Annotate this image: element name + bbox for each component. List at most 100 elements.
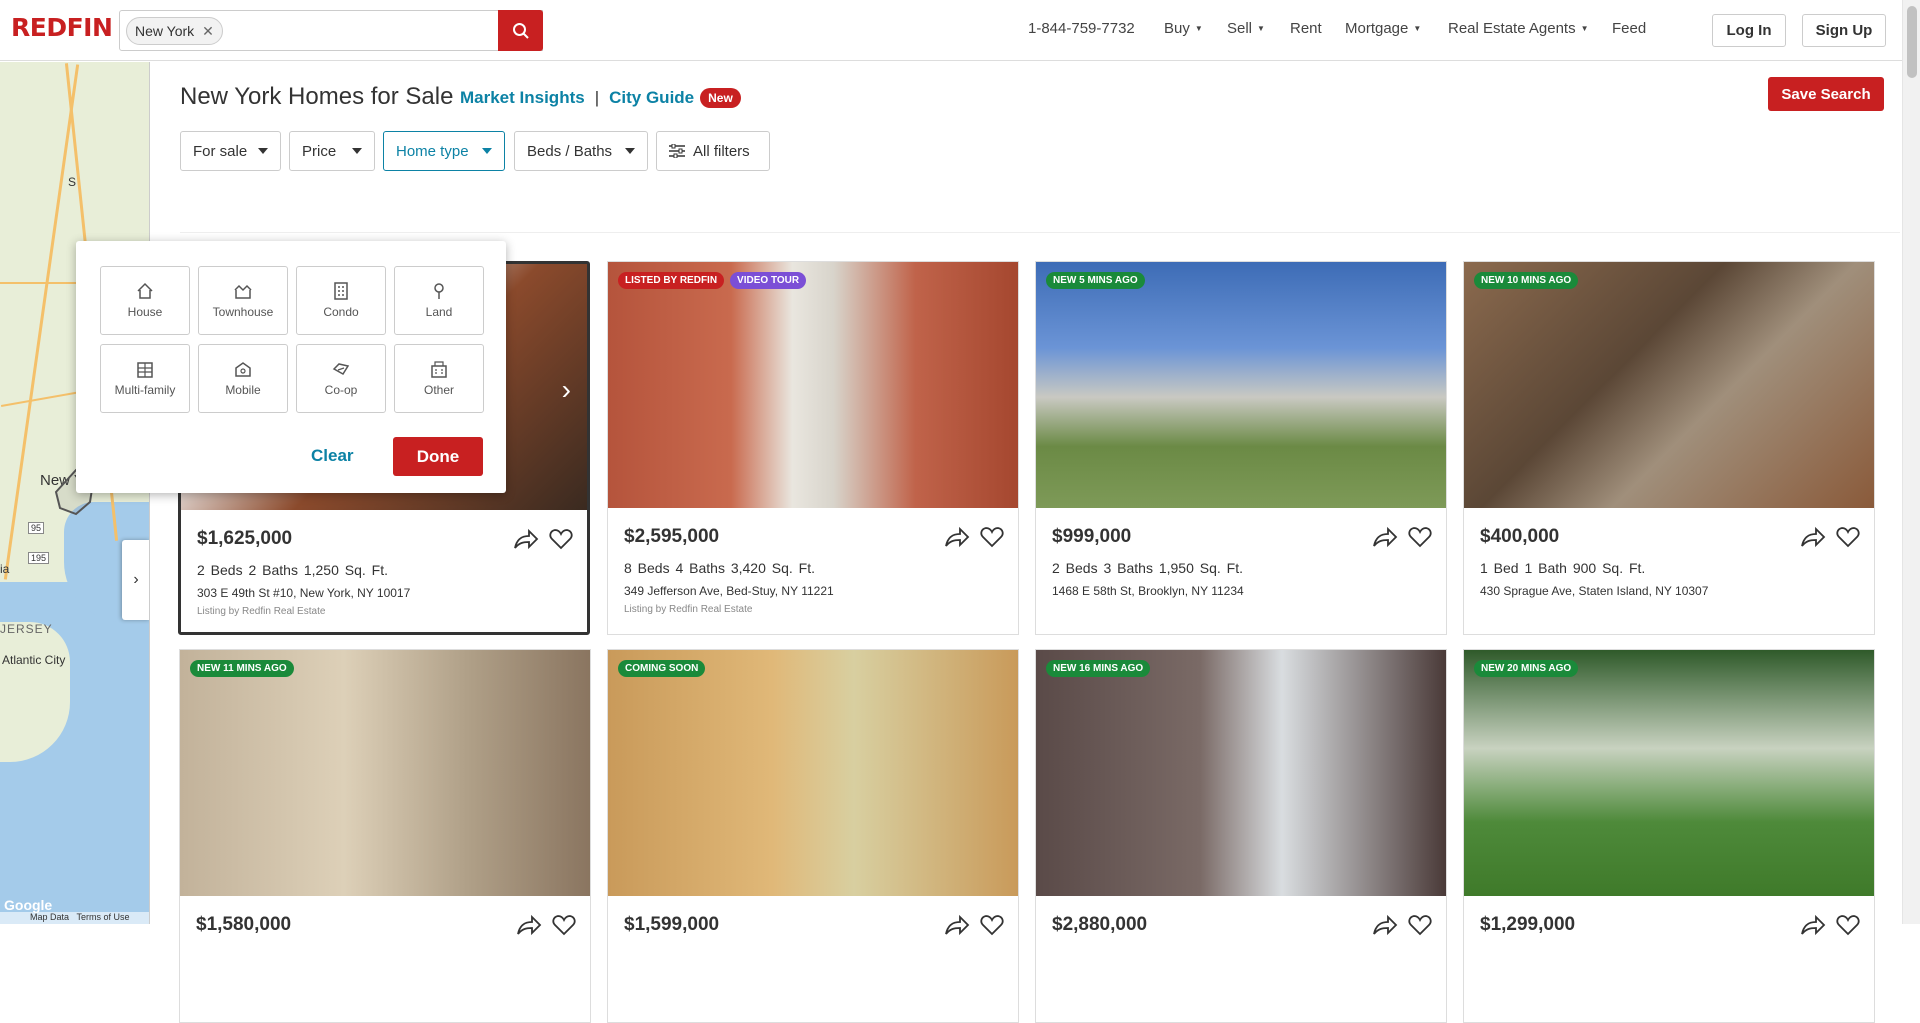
chevron-right-icon: › <box>133 571 139 588</box>
listing-photo[interactable] <box>608 262 1018 508</box>
home-type-townhouse[interactable]: Townhouse <box>198 266 288 335</box>
save-search-button[interactable]: Save Search <box>1768 77 1884 111</box>
all-filters-button[interactable]: All filters <box>656 131 770 171</box>
search-button[interactable] <box>498 10 543 51</box>
nav-buy-label: Buy <box>1164 20 1190 37</box>
share-icon[interactable] <box>944 914 970 936</box>
share-icon[interactable] <box>513 528 539 550</box>
listing-card[interactable]: NEW 16 MINS AGO $2,880,000 <box>1035 649 1447 1023</box>
city-guide-link[interactable]: City Guide <box>609 88 694 108</box>
clear-button[interactable]: Clear <box>311 446 354 466</box>
results-panel: New York Homes for Sale Market Insights … <box>76 62 1902 1023</box>
phone-number[interactable]: 1-844-759-7732 <box>1028 20 1135 37</box>
scrollbar-thumb[interactable] <box>1907 6 1917 78</box>
nav-mortgage[interactable]: Mortgage ▼ <box>1345 20 1421 37</box>
for-sale-filter[interactable]: For sale <box>180 131 281 171</box>
market-insights-link[interactable]: Market Insights <box>460 88 585 108</box>
listing-stats: 2 Beds 2 Baths 1,250 Sq. Ft. <box>197 562 388 578</box>
remove-location-icon[interactable]: ✕ <box>202 18 214 44</box>
nav-rent[interactable]: Rent <box>1290 20 1322 37</box>
home-type-condo[interactable]: Condo <box>296 266 386 335</box>
listing-badges: NEW 16 MINS AGO <box>1046 660 1151 677</box>
map-highway-95: 95 <box>28 522 45 534</box>
page-scrollbar[interactable] <box>1902 0 1920 924</box>
beds-baths-filter[interactable]: Beds / Baths <box>514 131 648 171</box>
listing-card[interactable]: NEW 10 MINS AGO $400,000 1 Bed 1 Bath 90… <box>1463 261 1875 635</box>
favorite-heart-icon[interactable] <box>1408 914 1432 936</box>
nav-feed[interactable]: Feed <box>1612 20 1646 37</box>
home-type-mobile[interactable]: Mobile <box>198 344 288 413</box>
home-type-multi-family-label: Multi-family <box>114 383 176 397</box>
listing-photo[interactable] <box>608 650 1018 896</box>
done-button[interactable]: Done <box>393 437 483 476</box>
for-sale-label: For sale <box>193 142 248 160</box>
caret-down-icon <box>258 148 268 154</box>
home-type-co-op[interactable]: Co-op <box>296 344 386 413</box>
signup-button[interactable]: Sign Up <box>1802 14 1886 47</box>
nav-sell[interactable]: Sell ▼ <box>1227 20 1265 37</box>
listing-card[interactable]: NEW 11 MINS AGO $1,580,000 <box>179 649 591 1023</box>
listing-price: $1,599,000 <box>624 914 720 935</box>
favorite-heart-icon[interactable] <box>980 914 1004 936</box>
listing-badges: NEW 11 MINS AGO <box>190 660 294 677</box>
favorite-heart-icon[interactable] <box>1836 914 1860 936</box>
listing-address[interactable]: 349 Jefferson Ave, Bed-Stuy, NY 11221 <box>624 584 834 598</box>
new-listing-badge: NEW 20 MINS AGO <box>1474 660 1579 677</box>
next-photo-icon[interactable]: › <box>562 374 571 406</box>
nav-agents[interactable]: Real Estate Agents ▼ <box>1448 20 1589 37</box>
listing-card[interactable]: COMING SOON $1,599,000 <box>607 649 1019 1023</box>
listing-badges: LISTED BY REDFIN VIDEO TOUR <box>618 272 807 289</box>
home-type-house[interactable]: House <box>100 266 190 335</box>
location-chip[interactable]: New York ✕ <box>126 17 223 45</box>
search-input[interactable]: New York ✕ <box>119 10 543 51</box>
map-highway-195: 195 <box>28 552 50 564</box>
listing-address[interactable]: 430 Sprague Ave, Staten Island, NY 10307 <box>1480 584 1708 598</box>
home-type-filter[interactable]: Home type <box>383 131 505 171</box>
listing-card[interactable]: LISTED BY REDFIN VIDEO TOUR $2,595,000 8… <box>607 261 1019 635</box>
favorite-heart-icon[interactable] <box>552 914 576 936</box>
map-footer: Map Data Terms of Use <box>0 912 149 924</box>
nav-mortgage-label: Mortgage <box>1345 20 1409 37</box>
listing-photo[interactable] <box>1036 650 1446 896</box>
nav-buy[interactable]: Buy ▼ <box>1164 20 1203 37</box>
listing-stats: 2 Beds 3 Baths 1,950 Sq. Ft. <box>1052 560 1243 576</box>
listing-stats: 1 Bed 1 Bath 900 Sq. Ft. <box>1480 560 1646 576</box>
listing-badges: COMING SOON <box>618 660 706 677</box>
caret-down-icon <box>482 148 492 154</box>
favorite-heart-icon[interactable] <box>980 526 1004 548</box>
map-data-label: Map Data <box>30 912 70 922</box>
caret-down-icon <box>352 148 362 154</box>
favorite-heart-icon[interactable] <box>1408 526 1432 548</box>
listing-card[interactable]: NEW 20 MINS AGO $1,299,000 <box>1463 649 1875 1023</box>
map-panel[interactable]: S New York 95 195 ia JERSEY Atlantic Cit… <box>0 62 150 924</box>
share-icon[interactable] <box>1800 914 1826 936</box>
listing-card[interactable]: NEW 5 MINS AGO $999,000 2 Beds 3 Baths 1… <box>1035 261 1447 635</box>
listing-photo[interactable] <box>180 650 590 896</box>
listing-address[interactable]: 303 E 49th St #10, New York, NY 10017 <box>197 586 410 600</box>
listing-photo[interactable] <box>1464 650 1874 896</box>
expand-map-button[interactable]: › <box>122 540 149 620</box>
favorite-heart-icon[interactable] <box>549 528 573 550</box>
share-icon[interactable] <box>1372 914 1398 936</box>
terms-of-use-link[interactable]: Terms of Use <box>77 912 130 922</box>
listing-photo[interactable] <box>1036 262 1446 508</box>
share-icon[interactable] <box>944 526 970 548</box>
share-icon[interactable] <box>516 914 542 936</box>
co-op-icon <box>332 363 350 376</box>
price-filter[interactable]: Price <box>289 131 375 171</box>
share-icon[interactable] <box>1800 526 1826 548</box>
home-type-other[interactable]: Other <box>394 344 484 413</box>
listing-address[interactable]: 1468 E 58th St, Brooklyn, NY 11234 <box>1052 584 1244 598</box>
title-links: Market Insights | City Guide New <box>460 88 741 108</box>
home-type-co-op-label: Co-op <box>324 383 358 397</box>
map-label-s: S <box>68 175 77 189</box>
home-type-land[interactable]: Land <box>394 266 484 335</box>
home-type-multi-family[interactable]: Multi-family <box>100 344 190 413</box>
home-type-condo-label: Condo <box>323 305 359 319</box>
share-icon[interactable] <box>1372 526 1398 548</box>
listing-photo[interactable] <box>1464 262 1874 508</box>
favorite-heart-icon[interactable] <box>1836 526 1860 548</box>
login-button[interactable]: Log In <box>1712 14 1786 47</box>
redfin-logo[interactable]: REDFIN <box>11 13 113 42</box>
caret-down-icon: ▼ <box>1257 24 1265 33</box>
